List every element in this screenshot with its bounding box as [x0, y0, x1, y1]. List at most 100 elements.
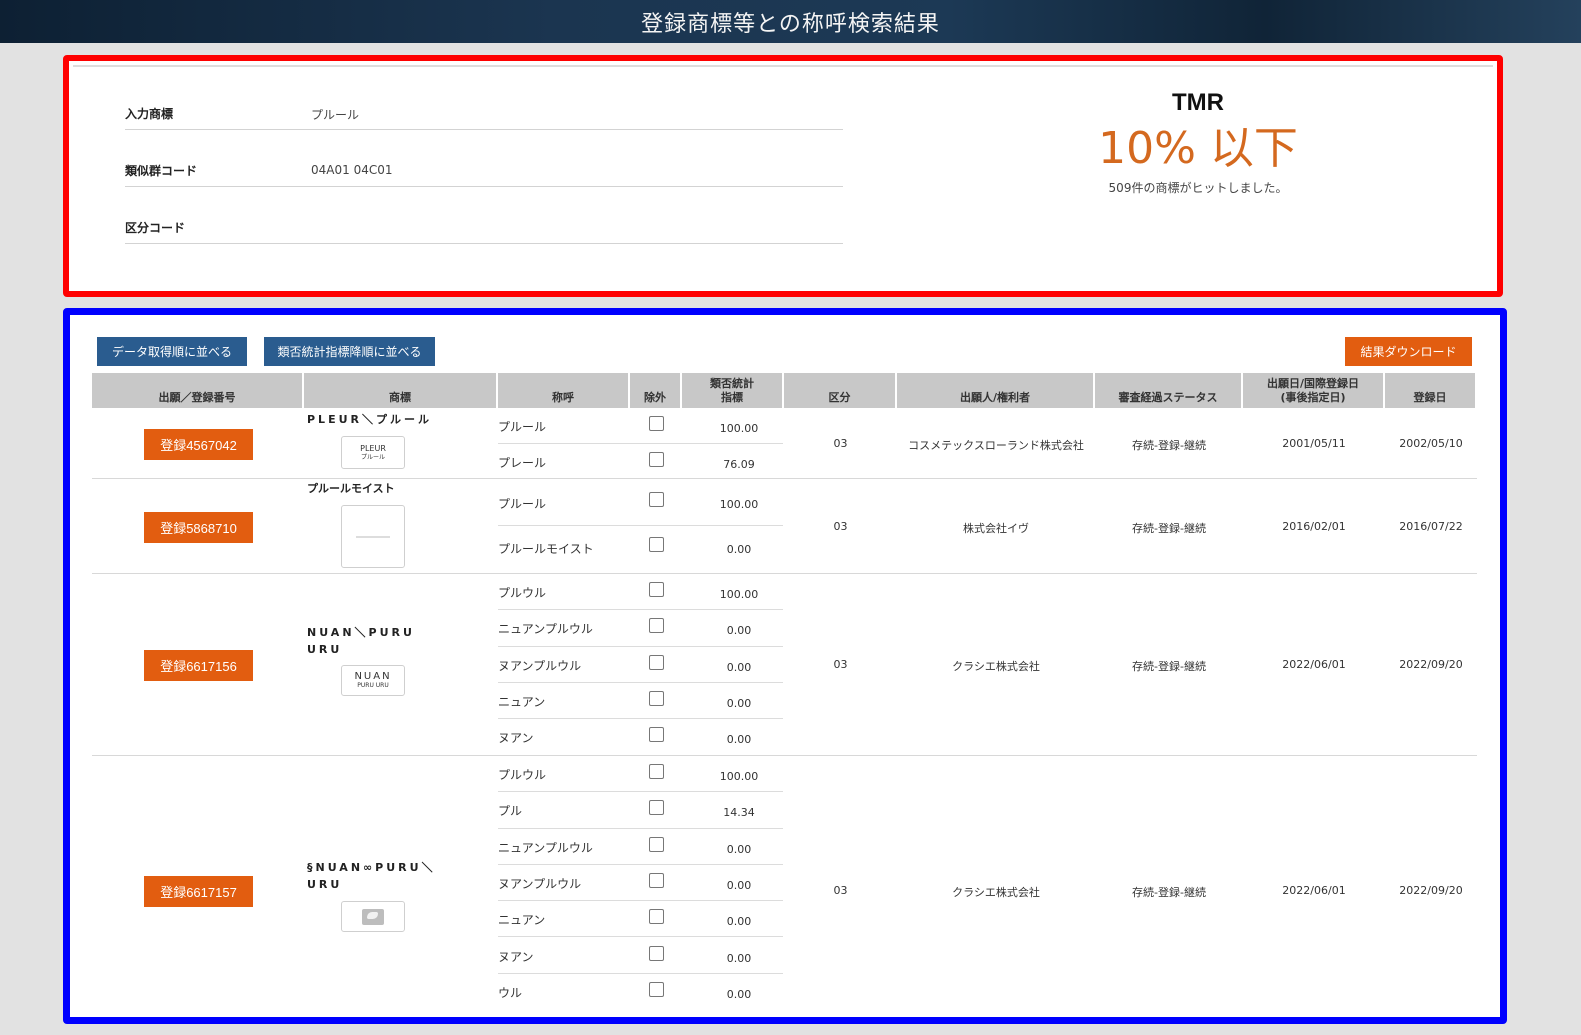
result-group: 登録5868710 プルールモイスト プルール 100.00 プルールモイスト 0.00 0… — [92, 479, 1477, 574]
yomi-row: プル 14.34 — [498, 792, 783, 829]
yomi-row: ニュアンプルウル 0.00 — [498, 829, 783, 865]
similarity-score: 0.00 — [726, 915, 752, 929]
col-filed-header: 出願日/国際登録日 (事後指定日) — [1243, 373, 1385, 408]
filed-date-cell: 2001/05/11 — [1282, 436, 1346, 450]
exclude-checkbox[interactable] — [649, 492, 664, 507]
applicant-cell: クラシエ株式会社 — [952, 660, 1040, 673]
exclude-checkbox[interactable] — [649, 618, 664, 634]
yomi-row: プルールモイスト 0.00 — [498, 526, 783, 573]
logo-graphic-detail — [367, 911, 378, 919]
yomi-row: ヌアンプルウル 0.00 — [498, 647, 783, 683]
class-cell: 03 — [833, 884, 848, 897]
input-mark-label: 入力商標 — [125, 107, 174, 121]
exclude-checkbox[interactable] — [649, 416, 664, 431]
trademark-image — [341, 901, 405, 932]
col-index-header: 類否統計 指標 — [682, 373, 784, 408]
exclude-checkbox[interactable] — [649, 981, 664, 997]
yomi-text: ウル — [498, 985, 523, 1000]
trademark-logo-line: PLEUR — [360, 443, 386, 453]
trademark-logo-line: プルール — [360, 453, 385, 461]
exclude-checkbox[interactable] — [649, 654, 664, 670]
trademark-image: PLEUR プルール — [341, 436, 405, 469]
exclude-checkbox[interactable] — [649, 909, 664, 925]
exclude-checkbox[interactable] — [649, 800, 664, 816]
col-exclude-header: 除外 — [630, 373, 682, 408]
yomi-text: プルールモイスト — [498, 542, 594, 556]
exclude-checkbox[interactable] — [649, 836, 664, 852]
trademark-text: NUAN＼PURU URU — [307, 626, 429, 656]
yomi-text: ニュアンプルウル — [498, 622, 593, 637]
results-panel: データ取得順に並べる 類否統計指標降順に並べる 結果ダウンロード 出願／登録番号… — [63, 308, 1507, 1024]
similarity-score: 0.00 — [726, 878, 752, 892]
similarity-score: 0.00 — [726, 660, 752, 674]
class-cell: 03 — [833, 436, 848, 450]
status-cell: 存続-登録-継続 — [1132, 886, 1206, 899]
faint-logo-mark — [356, 535, 390, 538]
yomi-row: ヌアン 0.00 — [498, 719, 783, 755]
trademark-text: プルールモイスト — [307, 482, 395, 495]
filed-date-cell: 2022/06/01 — [1282, 884, 1346, 897]
input-mark-value: プルール — [311, 108, 360, 122]
registration-number-button[interactable]: 登録5868710 — [144, 511, 253, 543]
exclude-checkbox[interactable] — [649, 690, 664, 706]
registration-number-button[interactable]: 登録4567042 — [144, 428, 253, 460]
yomi-text: プレール — [498, 456, 547, 471]
yomi-row: プレール 76.09 — [498, 444, 783, 480]
registered-date-cell: 2016/07/22 — [1399, 519, 1463, 533]
result-group: 登録6617156 NUAN＼PURU URU NUAN PURU URU プルウル 10… — [92, 574, 1477, 756]
similarity-score: 0.00 — [726, 733, 752, 747]
similarity-score: 0.00 — [726, 987, 752, 1001]
status-cell: 存続-登録-継続 — [1132, 521, 1206, 535]
yomi-text: プル — [498, 804, 523, 819]
exclude-checkbox[interactable] — [649, 452, 664, 468]
yomi-row: プルウル 100.00 — [498, 574, 783, 611]
col-mark-header: 商標 — [304, 373, 498, 408]
similarity-percentage: 10% 以下 — [1098, 123, 1298, 174]
exclude-checkbox[interactable] — [649, 727, 664, 743]
exclude-checkbox[interactable] — [649, 764, 664, 779]
yomi-row: プルール 100.00 — [498, 408, 783, 445]
trademark-logo-line: NUAN — [354, 670, 392, 682]
similar-group-label: 類似群コード — [125, 164, 198, 178]
col-yomi-header: 称呼 — [498, 373, 630, 408]
download-results-button[interactable]: 結果ダウンロード — [1345, 337, 1472, 366]
sort-by-data-button[interactable]: データ取得順に並べる — [97, 337, 247, 366]
filed-date-cell: 2022/06/01 — [1282, 658, 1346, 671]
registered-date-cell: 2002/05/10 — [1399, 436, 1463, 450]
exclude-checkbox[interactable] — [649, 945, 664, 961]
similarity-score: 0.00 — [726, 624, 752, 638]
result-group: 登録4567042 PLEUR＼プルール PLEUR プルール プルール 100.00 プレ… — [92, 408, 1477, 479]
yomi-row: ヌアンプルウル 0.00 — [498, 865, 783, 902]
similarity-score: 0.00 — [726, 842, 752, 856]
trademark-logo: PLEUR プルール — [360, 444, 386, 462]
col-status-header: 審査経過ステータス — [1095, 373, 1243, 408]
applicant-cell: クラシエ株式会社 — [952, 886, 1040, 899]
registration-number-button[interactable]: 登録6617157 — [144, 876, 253, 907]
similarity-score: 100.00 — [719, 770, 759, 783]
registration-number-button[interactable]: 登録6617156 — [144, 650, 253, 681]
class-code-row: 区分コード — [125, 187, 843, 244]
yomi-text: ニュアン — [498, 694, 546, 709]
filed-date-cell: 2016/02/01 — [1282, 519, 1346, 533]
col-registered-header: 登録日 — [1385, 373, 1477, 408]
yomi-row: ヌアン 0.00 — [498, 938, 783, 974]
exclude-checkbox[interactable] — [649, 872, 664, 888]
summary-panel: 入力商標 プルール 類似群コード 04A01 04C01 区分コード TMR 1… — [63, 55, 1503, 297]
exclude-checkbox[interactable] — [649, 537, 664, 552]
sort-by-index-button[interactable]: 類否統計指標降順に並べる — [264, 337, 435, 366]
similarity-score: 100.00 — [719, 422, 759, 435]
similarity-score: 0.00 — [726, 696, 752, 710]
similarity-score: 100.00 — [719, 588, 759, 601]
yomi-row: プルール 100.00 — [498, 479, 783, 526]
yomi-row: ニュアンプルウル 0.00 — [498, 610, 783, 647]
trademark-text: §NUAN∞PURU＼URU — [307, 861, 436, 891]
yomi-text: ニュアン — [498, 913, 546, 928]
yomi-text: プルウル — [498, 768, 547, 782]
exclude-checkbox[interactable] — [649, 582, 664, 597]
yomi-text: ヌアンプルウル — [498, 658, 582, 673]
yomi-row: ニュアン 0.00 — [498, 683, 783, 720]
similarity-score: 0.00 — [726, 543, 752, 556]
trademark-logo-line: PURU URU — [357, 681, 389, 689]
similarity-score: 100.00 — [719, 498, 759, 511]
similar-group-row: 類似群コード 04A01 04C01 — [125, 130, 843, 187]
